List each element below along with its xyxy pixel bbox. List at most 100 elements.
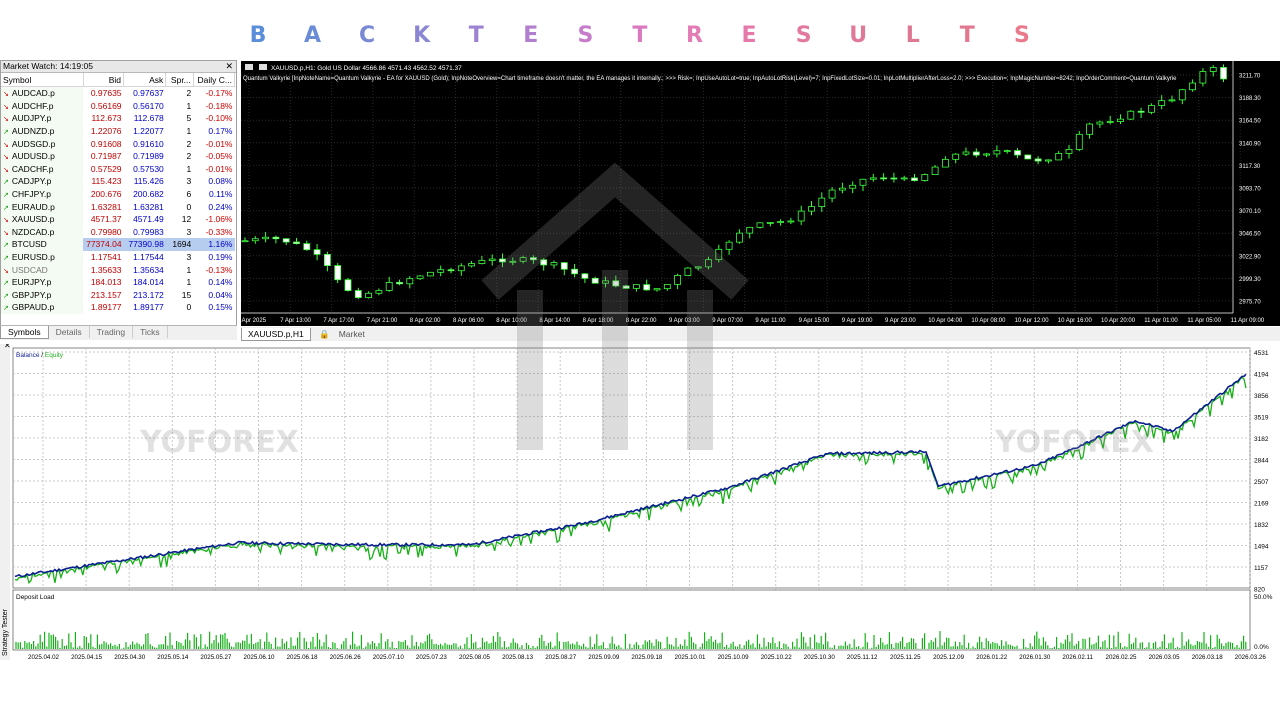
symbol-name: AUDCHF.p [11,100,54,111]
market-watch-tabs: Symbols Details Trading Ticks [0,325,237,340]
bid-cell: 0.79980 [90,226,122,237]
tab-trading[interactable]: Trading [90,326,134,338]
candle [962,147,970,157]
balance-y-label: 4531 [1254,350,1269,357]
symbol-row[interactable]: ↘ AUDCAD.p 0.97635 0.97637 2 -0.17% [1,86,235,100]
tab-market[interactable]: 🔒 Market [313,327,377,341]
deposit-y-label: 0.0% [1254,644,1269,651]
column-header[interactable]: Bid [83,73,125,87]
symbol-row[interactable]: ↗ AUDNZD.p 1.22076 1.22077 1 0.17% [1,124,235,138]
spread-cell: 3 [186,226,192,237]
candle [1189,79,1196,92]
candle [581,273,589,284]
balance-y-label: 2169 [1254,501,1269,508]
column-header[interactable]: Spr... [165,73,194,87]
arrow-down-icon: ↘ [3,141,9,149]
symbol-name: XAUUSD.p [11,214,55,225]
column-header[interactable]: Symbol [1,73,84,87]
date-label: 2025.05.27 [200,654,232,660]
spread-cell: 1 [186,126,192,137]
price-label: 3022.90 [1239,254,1261,260]
symbol-row[interactable]: ↗ EURUSD.p 1.17541 1.17544 3 0.19% [1,250,235,264]
date-label: 2025.08.13 [502,654,534,660]
candle [1003,149,1011,154]
bid-cell: 200.676 [90,189,122,200]
symbol-name: NZDCAD.p [11,226,55,237]
price-chart[interactable]: XAUUSD.p,H1: Gold US Dollar 4566.86 4571… [237,61,1280,326]
date-label: 2025.09.09 [588,654,620,660]
tab-ticks[interactable]: Ticks [133,326,168,338]
candle [1168,95,1176,103]
arrow-up-icon: ↗ [3,292,9,300]
arrow-up-icon: ↗ [3,129,9,137]
legend: Balance / Equity [16,352,64,359]
candle [344,278,352,292]
bid-cell: 112.673 [91,113,122,124]
spread-cell: 1 [186,277,192,288]
symbol-row[interactable]: ↘ CADCHF.p 0.57529 0.57530 1 -0.01% [1,162,235,176]
symbol-row[interactable]: ↗ EURAUD.p 1.63281 1.63281 0 0.24% [1,200,235,213]
change-cell: 0.08% [208,176,233,187]
candle [849,181,857,194]
title-letter: T [632,22,648,48]
title-letter: T [959,22,975,48]
close-icon[interactable]: ✕ [225,61,233,72]
price-label: 3188.30 [1239,96,1261,102]
candle [324,251,331,272]
market-watch-panel: Market Watch: 14:19:05 ✕ Symbol Bid Ask Spr… [0,60,237,340]
close-icon[interactable]: ✕ [4,344,11,350]
candle [1148,103,1155,115]
symbol-row[interactable]: ↗ CADJPY.p 115.423 115.426 3 0.08% [1,175,235,188]
balance-y-label: 3182 [1254,436,1269,443]
symbol-row[interactable]: ↗ CHFJPY.p 200.676 200.682 6 0.11% [1,187,235,201]
change-cell: 0.15% [208,302,233,313]
title-letter: U [849,22,868,48]
date-label: 2026.01.30 [1019,654,1051,660]
bid-cell: 0.56169 [90,100,122,111]
symbol-row[interactable]: ↘ XAUUSD.p 4571.37 4571.49 12 -1.06% [1,212,235,226]
symbol-row[interactable]: ↘ AUDSGD.p 0.91608 0.91610 2 -0.01% [1,137,235,150]
candle [1045,159,1052,164]
date-label: 2025.07.10 [373,654,405,660]
symbol-row[interactable]: ↗ GBPAUD.p 1.89177 1.89177 0 0.15% [1,301,235,314]
symbol-name: GBPAUD.p [11,302,55,313]
symbol-row[interactable]: ↘ NZDCAD.p 0.79980 0.79983 3 -0.33% [1,225,235,239]
time-label: 7 Apr 21:00 [367,318,398,324]
candle [808,201,815,216]
symbol-row[interactable]: ↗ EURJPY.p 184.013 184.014 1 0.14% [1,275,235,289]
symbol-cell: ↗ CHFJPY.p [1,187,84,201]
date-label: 2025.09.18 [631,654,663,660]
title-letter: S [577,22,594,48]
time-label: 8 Apr 06:00 [453,318,484,324]
date-label: 2026.03.26 [1235,654,1267,660]
balance-y-label: 1494 [1254,544,1269,551]
candle [787,217,795,225]
candle [983,152,990,158]
symbol-cell: ↗ EURJPY.p [1,275,84,289]
candle [1014,148,1021,159]
candle [818,192,826,212]
symbol-row[interactable]: ↘ AUDUSD.p 0.71987 0.71989 2 -0.05% [1,149,235,163]
candle [571,264,579,278]
symbol-row[interactable]: ↘ USDCAD 1.35633 1.35634 1 -0.13% [1,263,235,276]
date-label: 2025.12.09 [933,654,965,660]
symbol-cell: ↗ GBPAUD.p [1,301,84,314]
tab-xauusd-h1[interactable]: XAUUSD.p,H1 [241,328,311,341]
candle [684,267,692,276]
symbol-row[interactable]: ↘ AUDCHF.p 0.56169 0.56170 1 -0.18% [1,99,235,113]
time-label: 10 Apr 16:00 [1058,318,1093,324]
tab-details[interactable]: Details [49,326,90,338]
candle [1178,88,1186,105]
symbol-row[interactable]: ↘ AUDJPY.p 112.673 112.678 5 -0.10% [1,112,235,125]
symbol-row[interactable]: ↗ BTCUSD 77374.04 77390.98 1694 1.16% [1,238,235,251]
symbol-row[interactable]: ↗ GBPJPY.p 213.157 213.172 15 0.04% [1,288,235,302]
column-header[interactable]: Daily C... [193,73,236,87]
tab-market-label: Market [338,329,365,339]
column-header[interactable]: Ask [123,73,167,87]
title-letter: E [523,22,539,48]
date-label: 2025.10.22 [761,654,793,660]
candle [746,226,754,239]
candle [262,231,270,243]
tab-symbols[interactable]: Symbols [0,326,49,339]
symbol-name: USDCAD [11,264,48,275]
